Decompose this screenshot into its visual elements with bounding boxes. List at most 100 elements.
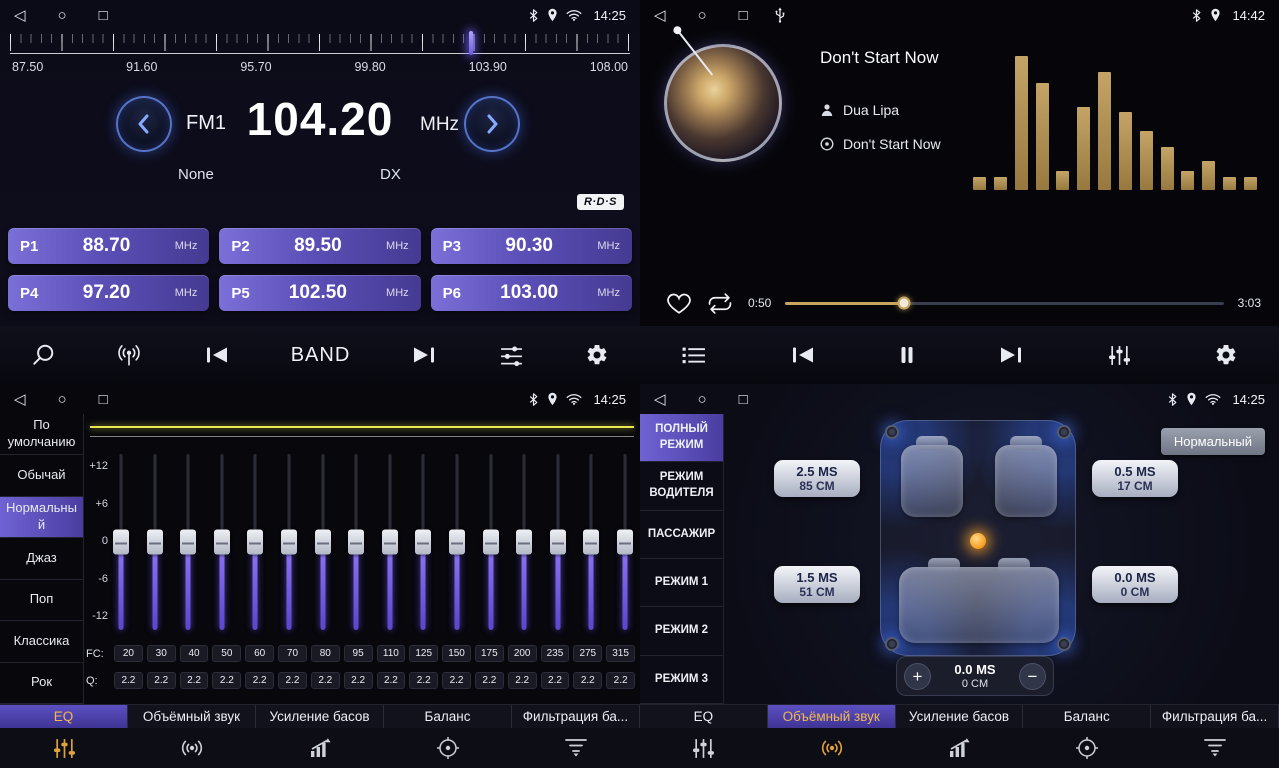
eq-slider-knob[interactable] [583,530,599,555]
scan-icon[interactable] [31,343,55,367]
recents-button[interactable]: □ [99,392,108,407]
seek-bar[interactable] [785,302,1223,305]
eq-band-slider[interactable] [213,454,231,630]
eq-slider-knob[interactable] [550,530,566,555]
eq-band-slider[interactable] [549,454,567,630]
preset-button-p4[interactable]: P4 97.20 MHz [8,275,209,311]
band-button[interactable]: BAND [291,344,351,367]
favorite-heart-icon[interactable] [666,291,692,315]
preset-button-p1[interactable]: P1 88.70 MHz [8,228,209,264]
decrease-delay-button[interactable]: − [1019,663,1046,690]
eq-tab-icon-cell[interactable] [0,728,128,768]
eq-slider-knob[interactable] [214,530,230,555]
bass-boost-tab-icon-cell[interactable] [256,728,384,768]
eq-preset-pop[interactable]: Поп [0,580,83,621]
front-right-delay[interactable]: 0.5 MS 17 CM [1092,460,1178,497]
eq-slider-knob[interactable] [483,530,499,555]
surround-tab-icon-cell[interactable] [768,728,896,768]
mode-passenger[interactable]: ПАССАЖИР [640,511,723,559]
settings-gear-icon[interactable] [585,343,609,367]
mode-full[interactable]: ПОЛНЫЙ РЕЖИМ [640,414,723,462]
eq-preset-default[interactable]: По умолчанию [0,414,83,455]
eq-band-slider[interactable] [515,454,533,630]
rear-left-delay[interactable]: 1.5 MS 51 CM [774,566,860,603]
eq-preset-custom[interactable]: Обычай [0,455,83,496]
eq-preset-classic[interactable]: Классика [0,621,83,662]
previous-track-icon[interactable] [789,346,815,364]
eq-band-slider[interactable] [414,454,432,630]
surround-preset-badge[interactable]: Нормальный [1161,428,1265,455]
tab-bass-boost[interactable]: Усиление басов [256,705,384,728]
settings-gear-icon[interactable] [1214,343,1238,367]
rear-right-delay[interactable]: 0.0 MS 0 CM [1092,566,1178,603]
tab-filter[interactable]: Фильтрация ба... [512,705,640,728]
eq-slider-knob[interactable] [516,530,532,555]
balance-tab-icon-cell[interactable] [384,728,512,768]
tab-surround[interactable]: Объёмный звук [768,705,896,728]
next-track-icon[interactable] [999,346,1025,364]
eq-slider-knob[interactable] [617,530,633,555]
home-button[interactable]: ○ [58,8,67,23]
back-button[interactable]: ◁ [14,392,26,407]
eq-band-slider[interactable] [482,454,500,630]
repeat-icon[interactable] [706,292,734,315]
previous-station-icon[interactable] [203,346,229,364]
eq-slider-knob[interactable] [247,530,263,555]
playlist-icon[interactable] [681,346,706,365]
eq-slider-knob[interactable] [315,530,331,555]
eq-band-slider[interactable] [448,454,466,630]
tuner-pointer[interactable] [469,31,473,55]
home-button[interactable]: ○ [698,392,707,407]
eq-band-slider[interactable] [246,454,264,630]
equalizer-faders-icon[interactable] [1108,344,1131,367]
listening-position-dot[interactable] [970,533,986,549]
back-button[interactable]: ◁ [654,392,666,407]
mode-1[interactable]: РЕЖИМ 1 [640,559,723,607]
tab-bass-boost[interactable]: Усиление басов [896,705,1024,728]
eq-slider-knob[interactable] [281,530,297,555]
front-left-delay[interactable]: 2.5 MS 85 CM [774,460,860,497]
eq-band-slider[interactable] [582,454,600,630]
bass-boost-tab-icon-cell[interactable] [896,728,1024,768]
eq-tab-icon-cell[interactable] [640,728,768,768]
eq-slider-knob[interactable] [348,530,364,555]
home-button[interactable]: ○ [58,392,67,407]
eq-band-slider[interactable] [616,454,634,630]
eq-slider-knob[interactable] [113,530,129,555]
recents-button[interactable]: □ [99,8,108,23]
tab-eq[interactable]: EQ [0,705,128,728]
back-button[interactable]: ◁ [14,8,26,23]
recents-button[interactable]: □ [739,8,748,23]
eq-band-slider[interactable] [381,454,399,630]
preset-button-p6[interactable]: P6 103.00 MHz [431,275,632,311]
eq-preset-normal[interactable]: Нормальный [0,497,83,538]
eq-band-slider[interactable] [146,454,164,630]
next-station-icon[interactable] [412,346,438,364]
tab-eq[interactable]: EQ [640,705,768,728]
eq-band-slider[interactable] [314,454,332,630]
eq-band-slider[interactable] [347,454,365,630]
eq-slider-knob[interactable] [415,530,431,555]
tab-surround[interactable]: Объёмный звук [128,705,256,728]
filter-tab-icon-cell[interactable] [512,728,640,768]
mode-driver[interactable]: РЕЖИМ ВОДИТЕЛЯ [640,462,723,510]
preset-button-p3[interactable]: P3 90.30 MHz [431,228,632,264]
tune-settings-icon[interactable] [499,344,524,367]
eq-slider-knob[interactable] [147,530,163,555]
tab-balance[interactable]: Баланс [1023,705,1151,728]
eq-preset-rock[interactable]: Рок [0,663,83,704]
eq-slider-knob[interactable] [449,530,465,555]
back-button[interactable]: ◁ [654,8,666,23]
tune-down-button[interactable] [116,96,172,152]
home-button[interactable]: ○ [698,8,707,23]
progress-knob[interactable] [897,297,910,310]
mode-3[interactable]: РЕЖИМ 3 [640,656,723,704]
filter-tab-icon-cell[interactable] [1151,728,1279,768]
eq-preset-jazz[interactable]: Джаз [0,538,83,579]
tune-up-button[interactable] [464,96,520,152]
eq-band-slider[interactable] [112,454,130,630]
recents-button[interactable]: □ [739,392,748,407]
eq-slider-knob[interactable] [382,530,398,555]
surround-tab-icon-cell[interactable] [128,728,256,768]
balance-tab-icon-cell[interactable] [1023,728,1151,768]
